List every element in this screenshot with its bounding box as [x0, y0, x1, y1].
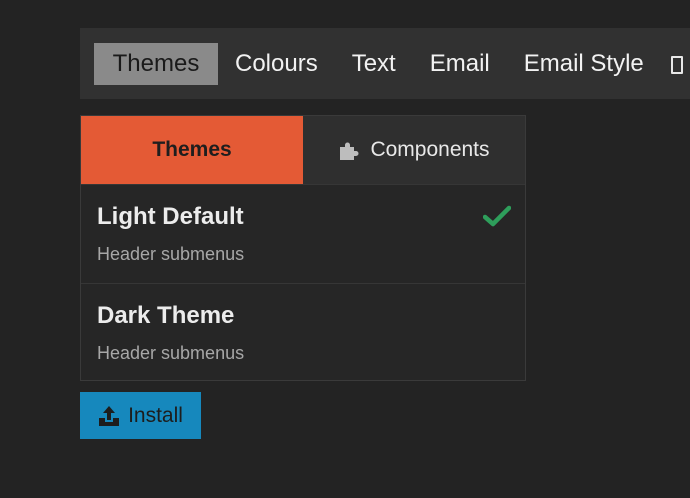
panel-tabs: Themes Components: [81, 116, 525, 184]
top-tab-email[interactable]: Email: [413, 43, 507, 85]
theme-item-light-default[interactable]: Light Default Header submenus: [81, 184, 525, 283]
top-tab-text[interactable]: Text: [335, 43, 413, 85]
theme-description: Header submenus: [97, 343, 245, 363]
theme-name: Dark Theme: [97, 302, 235, 329]
more-tabs-icon[interactable]: [661, 43, 683, 85]
top-navigation-bar: Themes Colours Text Email Email Style: [80, 28, 690, 99]
panel-tab-components-label: Components: [370, 138, 490, 161]
install-button-label: Install: [128, 403, 183, 427]
theme-item-dark-theme[interactable]: Dark Theme Header submenus: [81, 283, 525, 382]
top-tab-colours[interactable]: Colours: [218, 43, 335, 85]
install-button[interactable]: Install: [80, 392, 201, 439]
top-tab-email-style[interactable]: Email Style: [507, 43, 661, 85]
top-tabs: Themes Colours Text Email Email Style: [94, 43, 683, 85]
panel-tab-themes-label: Themes: [152, 138, 232, 161]
upload-icon: [99, 405, 120, 426]
theme-description: Header submenus: [97, 244, 245, 264]
top-tab-themes[interactable]: Themes: [94, 43, 218, 85]
puzzle-icon: [340, 142, 359, 160]
theme-name: Light Default: [97, 203, 244, 230]
panel-tab-components[interactable]: Components: [303, 116, 525, 184]
check-icon: [483, 205, 511, 227]
panel-tab-themes[interactable]: Themes: [81, 116, 303, 184]
themes-panel: Themes Components Light Default Header s…: [80, 115, 526, 381]
